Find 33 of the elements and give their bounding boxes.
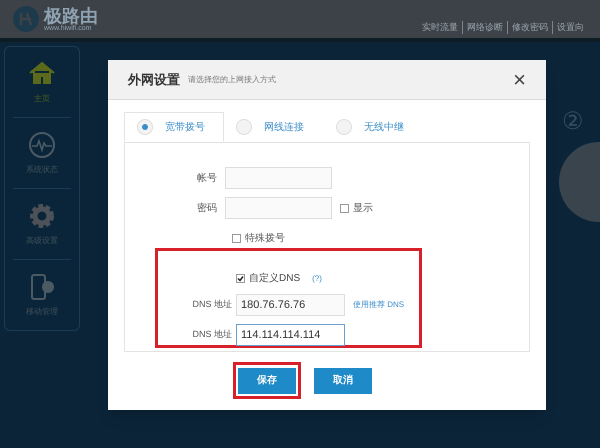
- tab[interactable]: 宽带拨号: [124, 112, 224, 142]
- nav-link[interactable]: 实时流量: [418, 20, 462, 34]
- checkbox[interactable]: [340, 204, 349, 212]
- input-field[interactable]: 114.114.114.114: [236, 324, 345, 346]
- input-field[interactable]: [225, 167, 332, 189]
- dialog-title: 外网设置: [128, 70, 180, 89]
- button[interactable]: 保存: [238, 368, 296, 394]
- checkbox-label: 特殊拨号: [245, 232, 285, 246]
- nav-link[interactable]: 设置向: [552, 20, 588, 34]
- checkbox-label: 自定义DNS: [249, 272, 300, 286]
- field-label: DNS 地址: [191, 328, 232, 342]
- close-button[interactable]: ×: [513, 68, 526, 90]
- input-field[interactable]: [225, 197, 332, 219]
- nav-link[interactable]: 网络诊断: [462, 20, 507, 34]
- tab[interactable]: 无线中继: [324, 112, 424, 142]
- checkbox[interactable]: [236, 274, 245, 283]
- tab[interactable]: 网线连接: [224, 112, 324, 142]
- dialog-subtitle: 请选择您的上网接入方式: [188, 74, 276, 86]
- recommended-dns-link[interactable]: 使用推荐 DNS: [353, 299, 404, 311]
- button[interactable]: 取消: [314, 368, 372, 394]
- gear-icon: [27, 201, 57, 231]
- nav-link[interactable]: 修改密码: [507, 20, 552, 34]
- logo-icon: [12, 5, 40, 33]
- help-link[interactable]: (?): [312, 272, 322, 284]
- checkbox[interactable]: [232, 234, 241, 243]
- field-label: 帐号: [196, 172, 217, 186]
- pulse-icon: [27, 130, 57, 160]
- checkbox-label: 显示: [353, 202, 373, 216]
- field-label: DNS 地址: [191, 298, 232, 312]
- field-label: 密码: [196, 202, 217, 216]
- logo-text: 极路由: [44, 6, 98, 24]
- input-field[interactable]: 180.76.76.76: [236, 294, 345, 316]
- sidebar-item[interactable]: 主页: [13, 47, 71, 117]
